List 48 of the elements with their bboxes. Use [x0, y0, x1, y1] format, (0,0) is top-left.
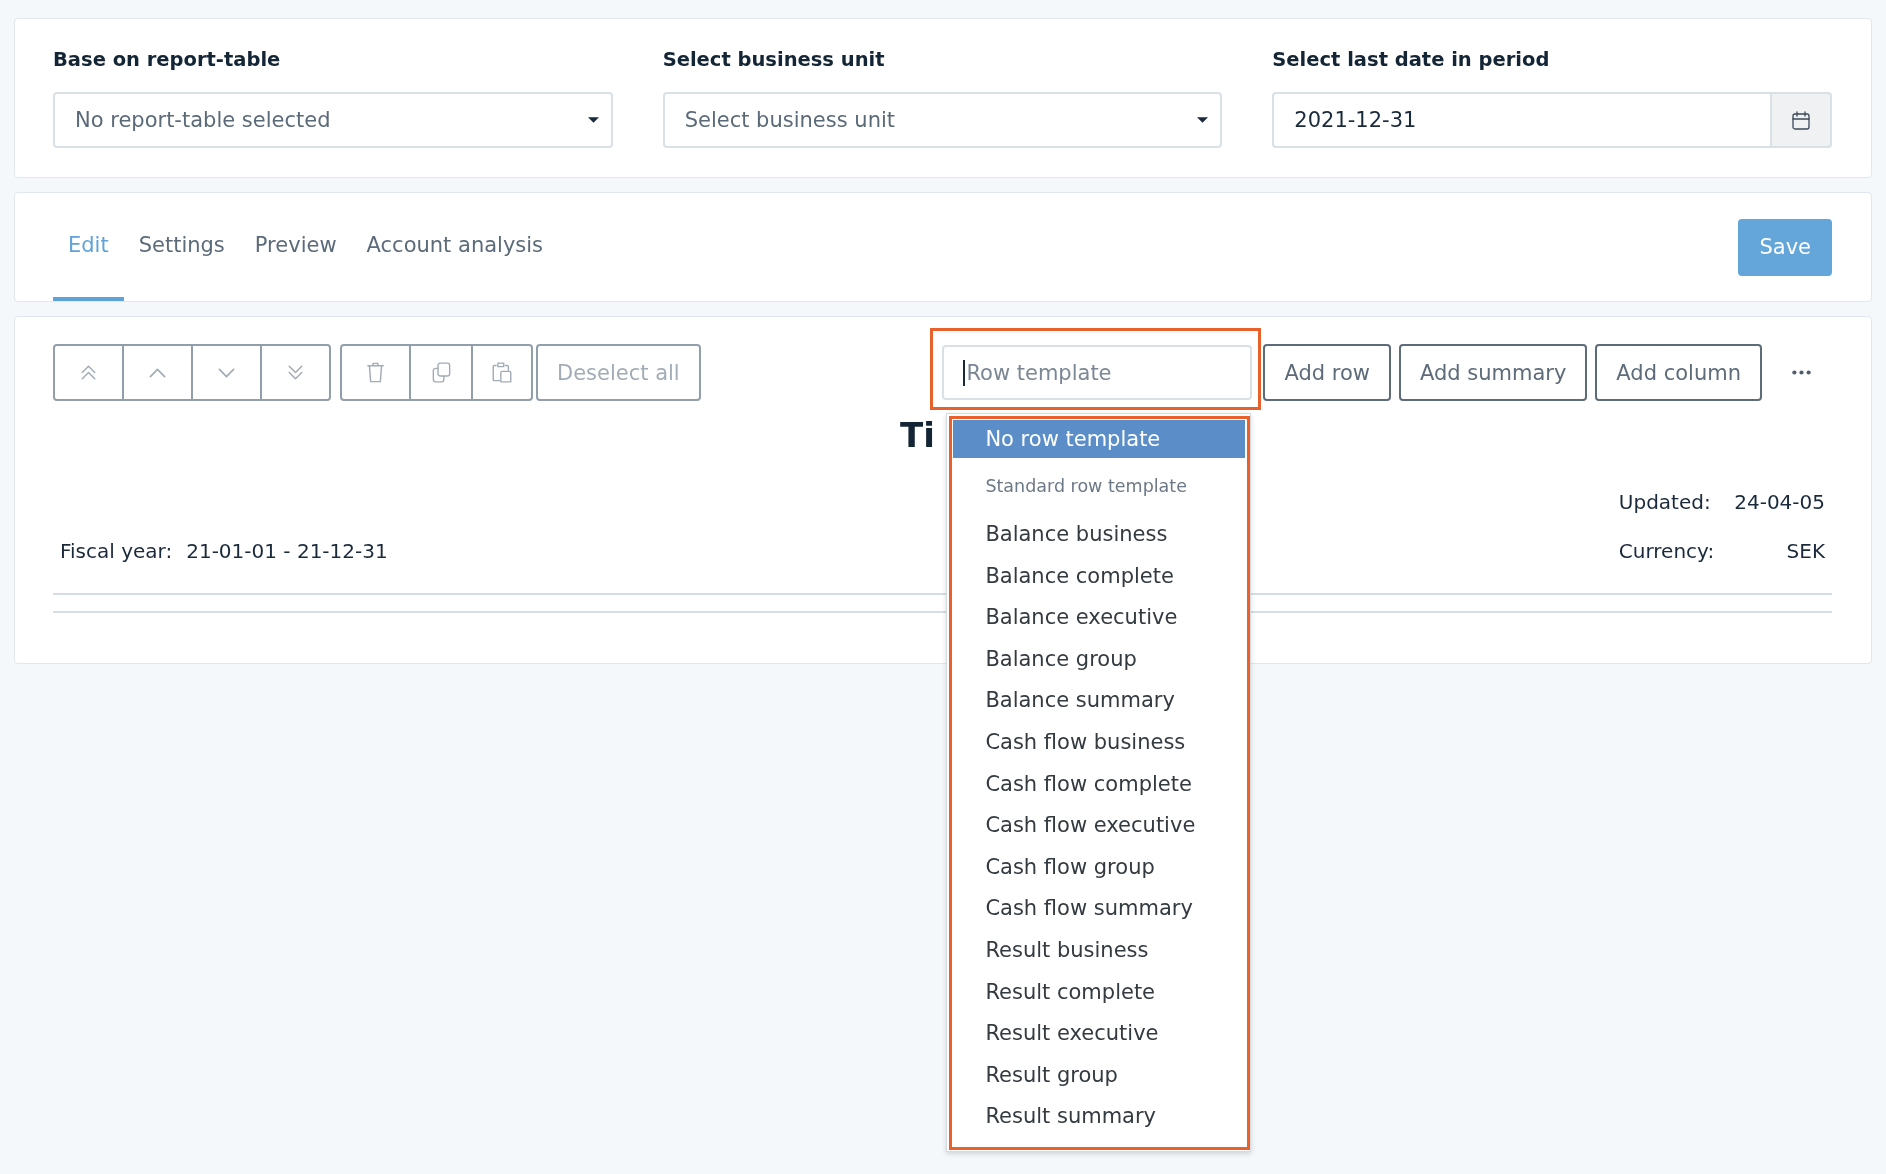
menu-option[interactable]: Balance summary [953, 680, 1246, 722]
select-field[interactable]: Select business unit [662, 92, 1223, 148]
menu-option[interactable]: Result group [953, 1054, 1246, 1097]
tab[interactable]: Preview [239, 193, 352, 301]
add-button[interactable]: Add column [1595, 344, 1762, 401]
tab[interactable]: Account analysis [351, 193, 559, 301]
menu-option[interactable]: Result business [953, 929, 1246, 972]
chevron-up-icon [149, 367, 166, 378]
field-label: Base on report-table [53, 48, 282, 72]
double-chevron-down-icon [288, 365, 303, 380]
menu-option[interactable]: Cash flow complete [953, 763, 1246, 806]
menu-option[interactable]: Result executive [953, 1013, 1246, 1055]
detail-label: Updated: [1618, 490, 1712, 514]
chevron-down-icon [218, 367, 235, 378]
report-title: Ti [900, 415, 935, 455]
field-label: Select last date in period [1272, 48, 1551, 72]
row-template-field[interactable]: Row template [942, 345, 1253, 400]
menu-option[interactable]: Cash flow business [953, 721, 1246, 764]
field-label: Select business unit [662, 48, 886, 72]
menu-option[interactable]: Cash flow group [953, 846, 1246, 889]
date-field[interactable]: 2021-12-31 [1272, 92, 1770, 148]
double-chevron-up-icon [81, 365, 96, 380]
menu-option[interactable]: Balance group [953, 638, 1246, 681]
menu-option[interactable]: Balance complete [953, 555, 1246, 598]
detail-value: 24-04-05 [1734, 490, 1825, 514]
select-field[interactable]: No report-table selected [53, 92, 613, 148]
menu-option[interactable]: Result summary [953, 1096, 1246, 1138]
menu-option[interactable]: Balance executive [953, 597, 1246, 639]
menu-option[interactable]: Cash flow executive [953, 805, 1246, 847]
menu-option[interactable]: Cash flow summary [953, 888, 1246, 930]
copy-icon [431, 362, 451, 383]
detail-value: SEK [1785, 539, 1825, 563]
more-icon [1791, 370, 1811, 375]
menu-group-header: Standard row template [984, 475, 1188, 498]
menu-option[interactable]: Result complete [953, 971, 1246, 1014]
calendar-button[interactable] [1770, 92, 1832, 148]
tab[interactable]: Settings [123, 193, 240, 301]
calendar-icon [1792, 110, 1810, 130]
caret-icon [587, 117, 599, 123]
fiscal-year-value: 21-01-01 - 21-12-31 [186, 539, 388, 563]
menu-option[interactable]: Balance business [953, 514, 1246, 556]
add-button[interactable]: Add summary [1398, 344, 1588, 401]
clipboard-icon [492, 362, 512, 383]
trash-icon [367, 362, 384, 383]
detail-label: Currency: [1618, 539, 1715, 563]
caret-icon [1197, 117, 1209, 123]
fiscal-year-label: Fiscal year: [60, 539, 173, 563]
add-button[interactable]: Add row [1263, 344, 1391, 401]
